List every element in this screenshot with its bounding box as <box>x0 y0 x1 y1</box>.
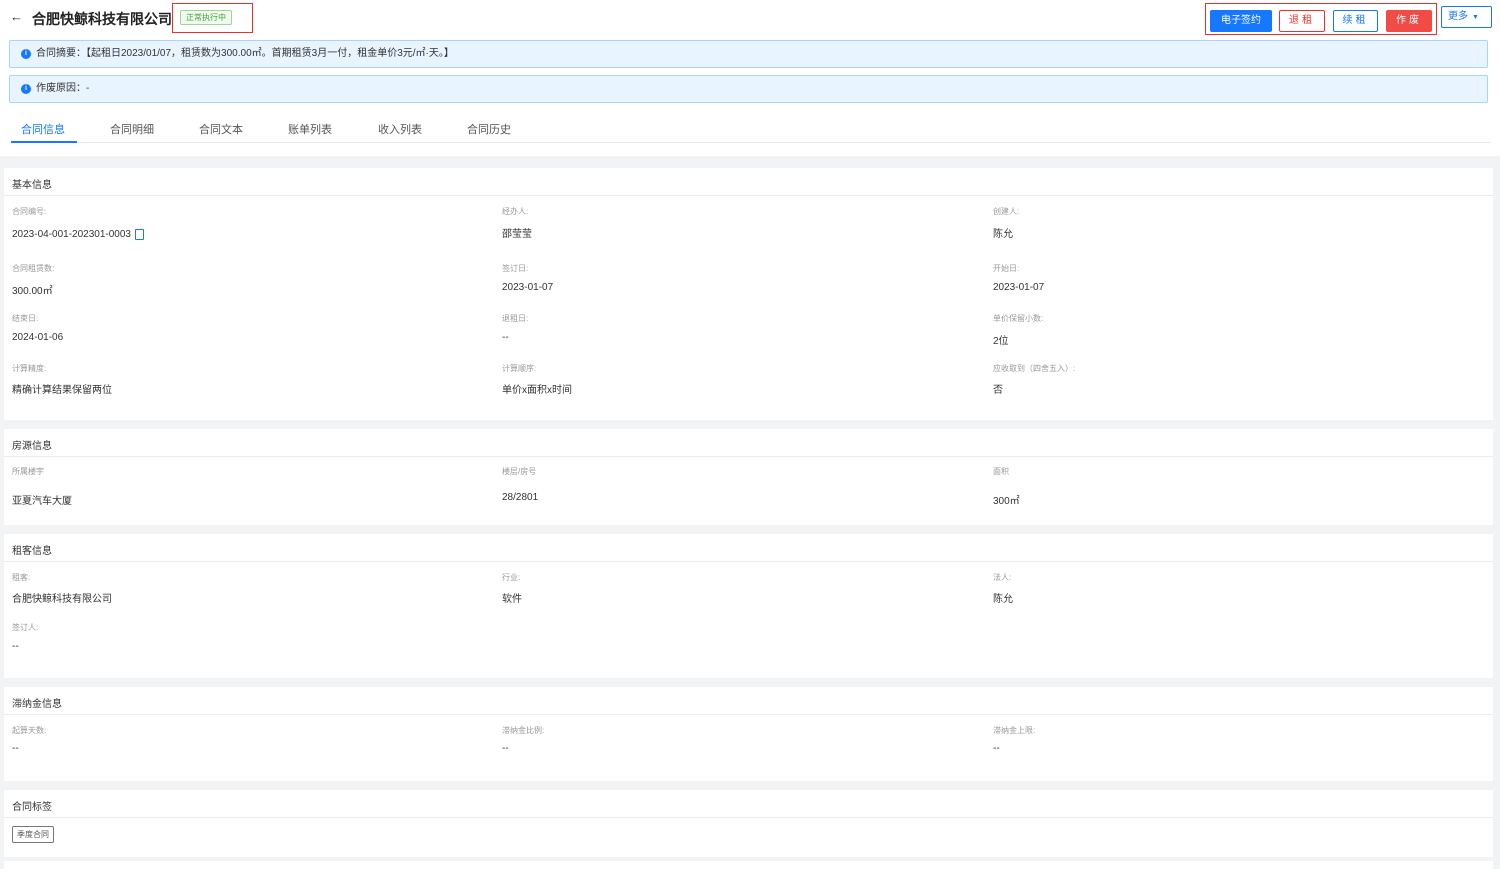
field-label: 滞纳金上限: <box>993 726 1036 735</box>
field-value: -- <box>12 641 19 652</box>
field-label: 滞纳金比例: <box>502 726 545 735</box>
contract-number-value: 2023-04-001-202301-0003 <box>12 229 131 240</box>
field-value: 软件 <box>502 594 522 605</box>
info-icon: i <box>21 84 31 94</box>
tab-contract-history[interactable]: 合同历史 <box>467 121 511 137</box>
field-label: 计算顺序: <box>502 364 537 373</box>
contract-tag: 季度合同 <box>12 826 54 843</box>
more-label: 更多 <box>1448 11 1468 22</box>
field-value: 陈允 <box>993 229 1013 240</box>
field-label: 应收取到（四舍五入）: <box>993 364 1076 373</box>
status-badge: 正常执行中 <box>180 10 232 25</box>
field-value: 单价x面积x时间 <box>502 385 572 396</box>
tab-contract-text[interactable]: 合同文本 <box>199 121 243 137</box>
field-label: 单价保留小数: <box>993 314 1044 323</box>
field-value: -- <box>993 743 1000 754</box>
field-value: 2023-01-07 <box>502 282 554 293</box>
page-title: 合肥快鲸科技有限公司 <box>32 11 172 27</box>
divider <box>4 817 1493 818</box>
field-value: 300.00㎡ <box>12 286 53 297</box>
contract-tags-card: 合同标签 季度合同 <box>4 790 1493 857</box>
field-value: -- <box>502 332 509 343</box>
divider <box>4 561 1493 562</box>
field-label: 所属楼宇 <box>12 467 44 476</box>
card-title: 合同标签 <box>12 802 52 813</box>
field-value: -- <box>502 743 509 754</box>
field-label: 租客: <box>12 573 31 582</box>
field-value: 300㎡ <box>993 496 1020 507</box>
return-lease-button[interactable]: 退租 <box>1279 10 1325 32</box>
field-label: 合同租赁数: <box>12 264 55 273</box>
field-value: 邵莹莹 <box>502 229 532 240</box>
late-fee-info-card: 滞纳金信息 起算天数: -- 滞纳金比例: -- 滞纳金上限: -- <box>4 687 1493 781</box>
field-label: 创建人: <box>993 207 1020 216</box>
field-label: 开始日: <box>993 264 1020 273</box>
action-buttons-highlight-box: 电子签约 退租 续租 作废 <box>1205 3 1437 35</box>
field-value: 亚夏汽车大厦 <box>12 496 72 507</box>
more-dropdown-button[interactable]: 更多 ▼ <box>1441 6 1492 28</box>
status-highlight-box: 正常执行中 <box>172 3 253 33</box>
void-button[interactable]: 作废 <box>1386 10 1432 32</box>
tenant-info-card: 租客信息 租客: 合肥快鲸科技有限公司 行业: 软件 法人: 陈允 签订人: -… <box>4 534 1493 678</box>
card-title: 租客信息 <box>12 546 52 557</box>
contract-summary-text: 合同摘要：【起租日2023/01/07，租赁数为300.00㎡。首期租赁3月一付… <box>36 48 454 59</box>
next-card-partial <box>4 861 1493 869</box>
top-bar: ← 合肥快鲸科技有限公司 正常执行中 电子签约 退租 续租 作废 更多 ▼ <box>0 0 1500 36</box>
esign-button[interactable]: 电子签约 <box>1210 10 1272 32</box>
field-label: 面积 <box>993 467 1009 476</box>
field-label: 法人: <box>993 573 1012 582</box>
field-label: 起算天数: <box>12 726 47 735</box>
divider <box>4 456 1493 457</box>
back-arrow-icon[interactable]: ← <box>10 10 23 24</box>
divider <box>4 195 1493 196</box>
field-value: 28/2801 <box>502 492 539 503</box>
contract-summary-alert: i 合同摘要：【起租日2023/01/07，租赁数为300.00㎡。首期租赁3月… <box>9 40 1488 68</box>
tab-income-list[interactable]: 收入列表 <box>378 121 422 137</box>
card-title: 滞纳金信息 <box>12 699 62 710</box>
void-reason-text: 作废原因：- <box>36 83 90 94</box>
field-value: 精确计算结果保留两位 <box>12 385 112 396</box>
field-label: 签订人: <box>12 623 39 632</box>
property-info-card: 房源信息 所属楼宇 亚夏汽车大厦 楼层/房号 28/2801 面积 300㎡ <box>4 429 1493 525</box>
field-value: 2023-01-07 <box>993 282 1045 293</box>
field-value: 否 <box>993 385 1003 396</box>
field-label: 签订日: <box>502 264 529 273</box>
void-reason-alert: i 作废原因：- <box>9 75 1488 103</box>
copy-icon[interactable] <box>135 229 144 240</box>
tab-bill-list[interactable]: 账单列表 <box>288 121 332 137</box>
field-label: 行业: <box>502 573 521 582</box>
field-label: 退租日: <box>502 314 529 323</box>
field-label: 楼层/房号 <box>502 467 537 476</box>
info-icon: i <box>21 49 31 59</box>
field-label: 合同编号: <box>12 207 47 216</box>
chevron-down-icon: ▼ <box>1472 14 1479 21</box>
tab-contract-info[interactable]: 合同信息 <box>21 121 65 137</box>
basic-info-card: 基本信息 合同编号: 2023-04-001-202301-0003 经办人: … <box>4 168 1493 420</box>
active-tab-indicator <box>11 141 77 143</box>
card-title: 房源信息 <box>12 441 52 452</box>
field-label: 结束日: <box>12 314 39 323</box>
field-label: 经办人: <box>502 207 529 216</box>
tab-bar: 合同信息 合同明细 合同文本 账单列表 收入列表 合同历史 <box>10 114 1490 143</box>
tab-contract-details[interactable]: 合同明细 <box>110 121 154 137</box>
field-value: -- <box>12 743 19 754</box>
card-title: 基本信息 <box>12 180 52 191</box>
field-value: 2位 <box>993 336 1009 347</box>
field-value: 陈允 <box>993 594 1013 605</box>
renew-lease-button[interactable]: 续租 <box>1333 10 1378 32</box>
divider <box>4 714 1493 715</box>
field-label: 计算精度: <box>12 364 47 373</box>
field-value: 合肥快鲸科技有限公司 <box>12 594 112 605</box>
field-value: 2024-01-06 <box>12 332 64 343</box>
